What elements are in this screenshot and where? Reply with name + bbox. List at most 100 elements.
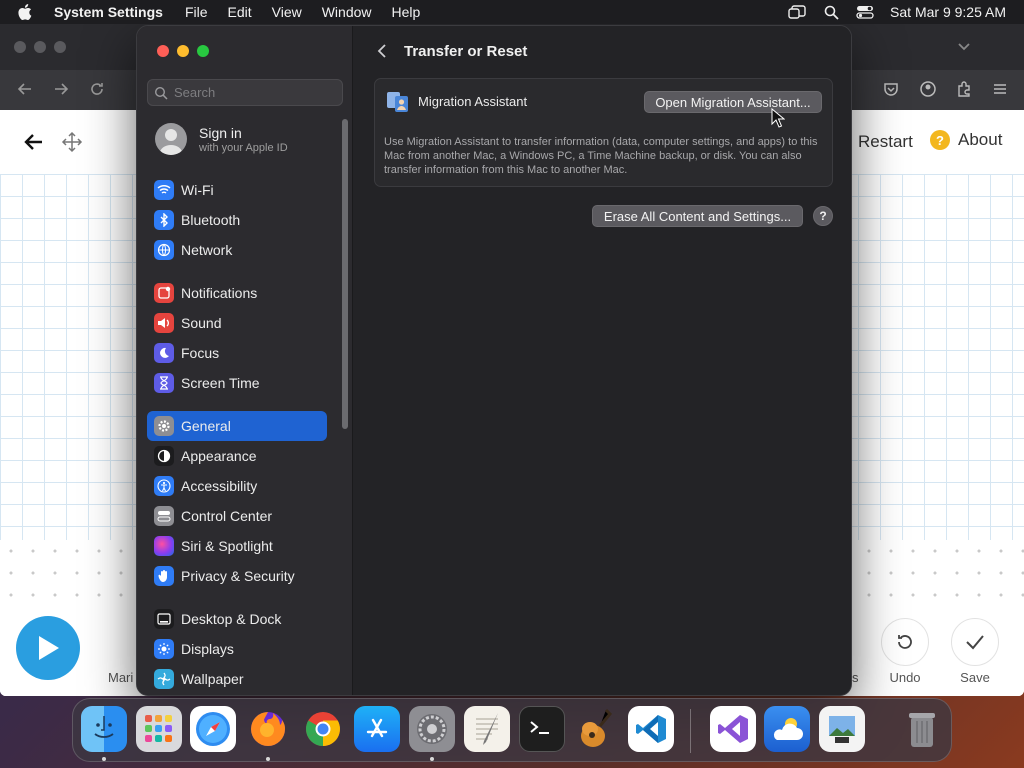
page-title: Transfer or Reset (404, 42, 528, 60)
sidebar-item-control-center[interactable]: Control Center (147, 501, 327, 531)
window-controls (157, 45, 209, 57)
control-center-menu-icon[interactable] (856, 4, 874, 20)
sidebar-item-bluetooth[interactable]: Bluetooth (147, 205, 327, 235)
sidebar-item-siri-spotlight[interactable]: Siri & Spotlight (147, 531, 327, 561)
menu-view[interactable]: View (272, 4, 302, 20)
focus-icon (154, 343, 174, 363)
visual-studio-icon[interactable] (710, 706, 756, 752)
trash-icon[interactable] (899, 706, 945, 752)
pocket-icon[interactable] (882, 80, 900, 98)
sidebar-item-label: Displays (181, 641, 234, 657)
running-indicator (430, 757, 434, 761)
sidebar-item-label: Privacy & Security (181, 568, 295, 584)
stage-manager-icon[interactable] (788, 4, 806, 20)
bottom-left-label: Mari (108, 670, 134, 685)
menu-window[interactable]: Window (322, 4, 372, 20)
spotlight-search-icon[interactable] (822, 4, 840, 20)
avatar-icon (155, 123, 187, 155)
extensions-icon[interactable] (955, 80, 973, 98)
erase-all-content-button[interactable]: Erase All Content and Settings... (592, 205, 803, 227)
finder-icon[interactable] (81, 706, 127, 752)
sidebar-item-label: Accessibility (181, 478, 258, 494)
dock (72, 698, 952, 762)
menu-edit[interactable]: Edit (228, 4, 252, 20)
sidebar-item-label: Appearance (181, 448, 257, 464)
menu-file[interactable]: File (185, 4, 208, 20)
save-button[interactable] (951, 618, 999, 666)
hamburger-menu-icon[interactable] (991, 80, 1009, 98)
wifi-icon (154, 180, 174, 200)
play-button[interactable] (16, 616, 80, 680)
menu-clock[interactable]: Sat Mar 9 9:25 AM (890, 4, 1006, 20)
sidebar-item-label: General (181, 418, 231, 434)
weather-icon[interactable] (764, 706, 810, 752)
play-icon (39, 636, 59, 660)
preview-icon[interactable] (819, 706, 865, 752)
network-icon (154, 240, 174, 260)
garageband-icon[interactable] (573, 706, 619, 752)
sidebar-item-accessibility[interactable]: Accessibility (147, 471, 327, 501)
safari-icon[interactable] (190, 706, 236, 752)
help-button[interactable]: ? (813, 206, 833, 226)
wallpaper-icon (154, 669, 174, 689)
sidebar-item-general[interactable]: General (147, 411, 327, 441)
sidebar-item-privacy-security[interactable]: Privacy & Security (147, 561, 327, 591)
about-button[interactable]: ? About (930, 130, 1002, 150)
sidebar-item-wallpaper[interactable]: Wallpaper (147, 664, 327, 694)
back-chevron-icon[interactable] (374, 42, 390, 60)
sidebar-item-label: Focus (181, 345, 220, 361)
reload-icon[interactable] (88, 80, 106, 98)
migration-assistant-description: Use Migration Assistant to transfer info… (384, 136, 818, 176)
clipped-label: s (852, 670, 859, 685)
bluetooth-icon (154, 210, 174, 230)
back-icon[interactable] (16, 80, 34, 98)
sidebar-item-label: Notifications (181, 285, 258, 301)
firefox-icon[interactable] (245, 706, 291, 752)
move-icon[interactable] (60, 130, 84, 154)
search-input[interactable] (174, 85, 334, 100)
sidebar-scrollbar[interactable] (342, 119, 348, 429)
sidebar-item-sound[interactable]: Sound (147, 308, 327, 338)
sidebar-item-network[interactable]: Network (147, 235, 327, 265)
system-settings-icon[interactable] (409, 706, 455, 752)
hand-icon (154, 566, 174, 586)
sidebar-item-label: Sound (181, 315, 222, 331)
undo-button[interactable] (881, 618, 929, 666)
vscode-icon[interactable] (628, 706, 674, 752)
chrome-icon[interactable] (300, 706, 346, 752)
sidebar-item-screen-time[interactable]: Screen Time (147, 368, 327, 398)
launchpad-icon[interactable] (136, 706, 182, 752)
zoom-window-button[interactable] (197, 45, 209, 57)
terminal-icon[interactable] (519, 706, 565, 752)
account-icon[interactable] (919, 80, 937, 98)
apple-menu-icon[interactable] (18, 4, 40, 20)
chevron-down-icon[interactable] (956, 38, 972, 54)
screen-time-icon (154, 373, 174, 393)
open-migration-assistant-button[interactable]: Open Migration Assistant... (644, 91, 822, 113)
sidebar-item-displays[interactable]: Displays (147, 634, 327, 664)
forward-icon[interactable] (52, 80, 70, 98)
sidebar-item-notifications[interactable]: Notifications (147, 278, 327, 308)
minimize-window-button[interactable] (177, 45, 189, 57)
menu-help[interactable]: Help (392, 4, 421, 20)
migration-assistant-icon (387, 92, 408, 112)
sidebar-item-label: Control Center (181, 508, 273, 524)
sidebar-item-wifi[interactable]: Wi-Fi (147, 175, 327, 205)
app-name[interactable]: System Settings (54, 4, 163, 20)
sidebar-item-desktop-dock[interactable]: Desktop & Dock (147, 604, 327, 634)
about-label: About (958, 130, 1003, 149)
accessibility-icon (154, 476, 174, 496)
close-window-button[interactable] (157, 45, 169, 57)
browser-window-controls (14, 41, 66, 53)
apple-id-signin[interactable]: Sign in with your Apple ID (155, 123, 288, 155)
textedit-icon[interactable] (464, 706, 510, 752)
sidebar-item-appearance[interactable]: Appearance (147, 441, 327, 471)
restart-label[interactable]: Restart (858, 132, 913, 152)
appearance-icon (154, 446, 174, 466)
search-field[interactable] (147, 79, 343, 106)
arrow-left-icon[interactable] (22, 130, 46, 154)
sidebar-item-focus[interactable]: Focus (147, 338, 327, 368)
system-settings-window: Sign in with your Apple ID Wi-Fi Bluetoo… (136, 25, 852, 696)
app-store-icon[interactable] (354, 706, 400, 752)
sidebar-item-label: Wi-Fi (181, 182, 214, 198)
